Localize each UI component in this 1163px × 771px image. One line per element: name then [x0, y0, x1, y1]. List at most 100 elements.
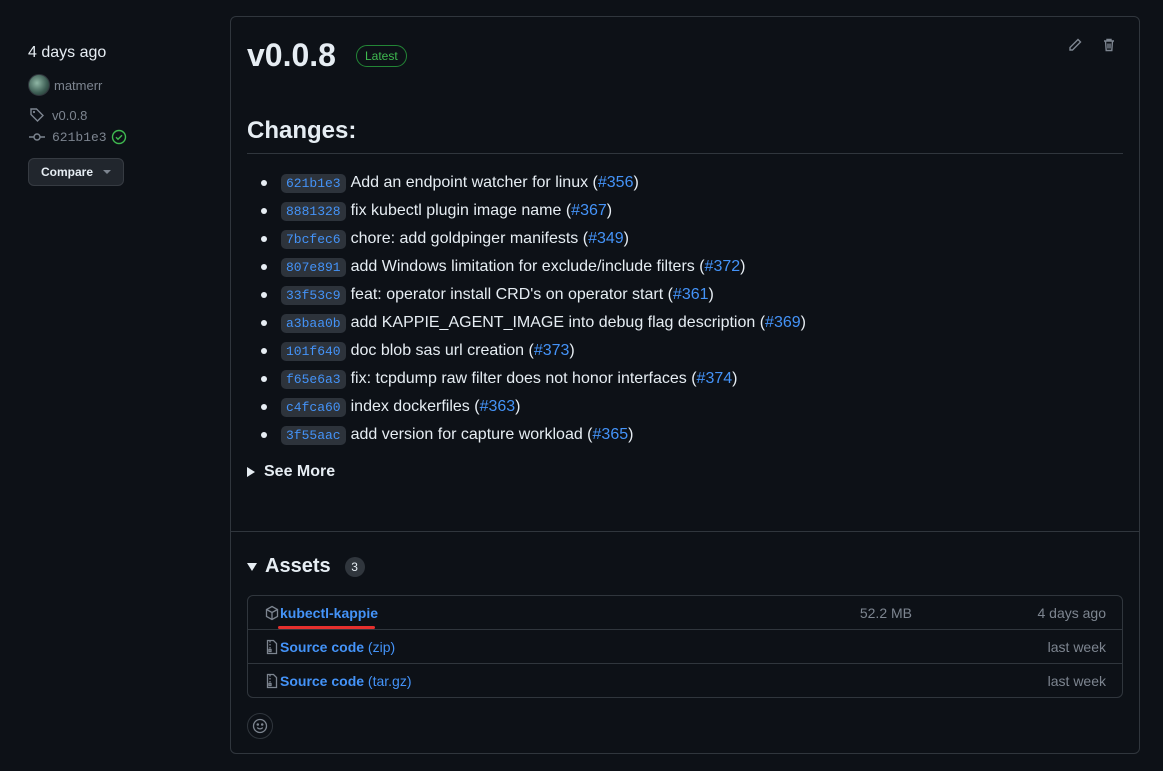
changes-list: 621b1e3 Add an endpoint watcher for linux… [261, 169, 806, 449]
pr-link[interactable]: #373 [534, 342, 570, 360]
commit-sha-link[interactable]: 621b1e3 [281, 173, 346, 193]
asset-row: Source code (tar.gz) last week [248, 663, 1122, 697]
asset-date: last week [1047, 672, 1106, 689]
list-item: 7bcfec6 chore: add goldpinger manifests (… [261, 225, 806, 253]
commit-sha-link[interactable]: f65e6a3 [281, 369, 346, 389]
change-text: add Windows limitation for exclude/inclu… [350, 258, 705, 275]
git-commit-icon [28, 128, 46, 146]
commit-sha-link[interactable]: c4fca60 [281, 397, 346, 417]
pr-link[interactable]: #356 [598, 174, 634, 192]
trash-icon[interactable] [1101, 37, 1119, 55]
asset-suffix[interactable]: (tar.gz) [364, 673, 412, 689]
see-more-toggle[interactable]: See More [247, 463, 335, 481]
change-close: ) [569, 342, 575, 359]
list-item: 33f53c9 feat: operator install CRD's on o… [261, 281, 806, 309]
commit-sha-link[interactable]: 807e891 [281, 257, 346, 277]
change-text: doc blob sas url creation ( [350, 342, 534, 359]
change-text: fix: tcpdump raw filter does not honor i… [350, 370, 697, 387]
commit-sha[interactable]: 621b1e3 [52, 130, 107, 145]
commit-sha-link[interactable]: 3f55aac [281, 425, 346, 445]
asset-size: 52.2 MB [859, 604, 912, 621]
change-close: ) [515, 398, 521, 415]
commit-row[interactable]: 621b1e3 [28, 126, 218, 148]
author-row[interactable]: matmerr [28, 74, 218, 96]
asset-date: last week [1047, 638, 1106, 655]
change-text: feat: operator install CRD's on operator… [350, 286, 673, 303]
pr-link[interactable]: #365 [593, 426, 629, 444]
list-item: 8881328 fix kubectl plugin image name (#3… [261, 197, 806, 225]
commit-sha-link[interactable]: 33f53c9 [281, 285, 346, 305]
asset-link[interactable]: Source code (tar.gz) [280, 673, 412, 689]
assets-toggle[interactable]: Assets 3 [247, 555, 365, 578]
list-item: 101f640 doc blob sas url creation (#373) [261, 337, 806, 365]
list-item: 621b1e3 Add an endpoint watcher for linux… [261, 169, 806, 197]
assets-count-badge: 3 [344, 556, 365, 577]
change-close: ) [606, 202, 613, 219]
commit-sha-link[interactable]: 8881328 [281, 201, 346, 221]
changes-heading: Changes: [247, 117, 1123, 154]
latest-badge: Latest [355, 44, 407, 67]
commit-sha-link[interactable]: 7bcfec6 [281, 229, 346, 249]
list-item: 807e891 add Windows limitation for exclud… [261, 253, 806, 281]
change-close: ) [740, 258, 746, 275]
change-close: ) [708, 286, 714, 303]
list-item: f65e6a3 fix: tcpdump raw filter does not … [261, 365, 806, 393]
change-close: ) [623, 230, 629, 247]
chevron-down-icon [103, 170, 112, 174]
tag-icon [28, 106, 46, 124]
assets-heading: Assets [265, 555, 331, 577]
see-more-label: See More [264, 463, 336, 480]
change-close: ) [800, 314, 806, 331]
release-sidebar: 4 days ago matmerr v0.0.8 621b1e3 Compar… [28, 40, 218, 186]
assets-list: kubectl-kappie 52.2 MB 4 days ago Source… [247, 595, 1123, 698]
commit-sha-link[interactable]: 101f640 [281, 341, 346, 361]
package-icon [264, 605, 280, 621]
asset-date: 4 days ago [1037, 604, 1107, 621]
asset-name[interactable]: Source code [280, 673, 364, 689]
tag-row[interactable]: v0.0.8 [28, 104, 218, 126]
asset-link[interactable]: kubectl-kappie [280, 605, 378, 621]
asset-suffix[interactable]: (zip) [364, 639, 395, 655]
release-actions [1067, 37, 1119, 55]
pr-link[interactable]: #369 [765, 314, 801, 332]
change-text: Add an endpoint watcher for linux ( [350, 174, 598, 191]
smiley-icon [252, 718, 268, 734]
file-zip-icon [264, 639, 280, 655]
release-card: v0.0.8 Latest Changes: 621b1e3 Add an end… [230, 16, 1140, 754]
asset-name[interactable]: kubectl-kappie [280, 605, 378, 621]
file-zip-icon [264, 673, 280, 689]
pr-link[interactable]: #367 [571, 202, 607, 220]
change-text: add KAPPIE_AGENT_IMAGE into debug flag d… [350, 314, 766, 331]
asset-name[interactable]: Source code [280, 639, 364, 655]
asset-link[interactable]: Source code (zip) [280, 639, 395, 655]
add-reaction-button[interactable] [247, 713, 273, 739]
pr-link[interactable]: #361 [673, 286, 709, 304]
commit-sha-link[interactable]: a3baa0b [281, 313, 346, 333]
asset-row: kubectl-kappie 52.2 MB 4 days ago [248, 596, 1122, 629]
pencil-icon[interactable] [1067, 37, 1085, 55]
change-close: ) [633, 174, 639, 191]
change-close: ) [732, 370, 738, 387]
release-header: v0.0.8 Latest [247, 37, 407, 74]
author-name[interactable]: matmerr [54, 78, 102, 93]
pr-link[interactable]: #372 [705, 258, 741, 276]
release-time: 4 days ago [28, 44, 107, 61]
list-item: 3f55aac add version for capture workload … [261, 421, 806, 449]
avatar[interactable] [28, 74, 50, 96]
list-item: c4fca60 index dockerfiles (#363) [261, 393, 806, 421]
pr-link[interactable]: #363 [480, 398, 516, 416]
pr-link[interactable]: #349 [588, 230, 624, 248]
release-title[interactable]: v0.0.8 [247, 37, 336, 74]
disclosure-right-icon [247, 467, 255, 477]
asset-row: Source code (zip) last week [248, 629, 1122, 663]
compare-button[interactable]: Compare [28, 158, 125, 186]
change-text: fix kubectl plugin image name ( [350, 202, 572, 219]
tag-label[interactable]: v0.0.8 [52, 108, 87, 123]
list-item: a3baa0b add KAPPIE_AGENT_IMAGE into debug… [261, 309, 806, 337]
disclosure-down-icon [247, 562, 257, 571]
change-close: ) [628, 426, 634, 443]
release-body: v0.0.8 Latest Changes: 621b1e3 Add an end… [231, 17, 1139, 532]
change-text: index dockerfiles ( [350, 398, 480, 415]
pr-link[interactable]: #374 [697, 370, 733, 388]
change-text: add version for capture workload ( [350, 426, 593, 443]
